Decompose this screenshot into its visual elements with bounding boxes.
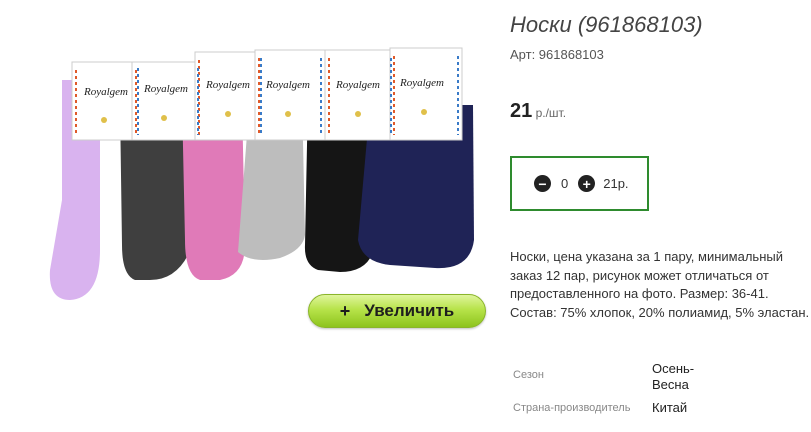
product-price: 21 р./шт. [510, 100, 566, 123]
minus-circle-icon[interactable]: − [534, 175, 551, 192]
zoom-button[interactable]: + Увеличить [308, 294, 486, 328]
plus-circle-icon[interactable]: + [578, 175, 596, 192]
attribute-label-country: Страна-производитель [513, 402, 631, 414]
brand-tag: Royalgem [205, 79, 250, 91]
brand-tag: Royalgem [143, 83, 188, 95]
brand-tag: Royalgem [265, 79, 310, 91]
price-value: 21 [510, 100, 533, 122]
sock-tag [254, 49, 326, 141]
quantity-value: 0 [561, 176, 569, 191]
attribute-value-country: Китай [652, 400, 688, 415]
zoom-button-label: Увеличить [364, 301, 455, 320]
cart-sum: 21р. [603, 176, 629, 191]
sock-tag [389, 47, 463, 141]
brand-tag: Royalgem [335, 79, 380, 91]
cart-quantity-box: − 0 + 21р. [510, 156, 649, 211]
plus-icon: + [339, 300, 351, 321]
brand-tag: Royalgem [399, 77, 444, 89]
sock-tag [131, 61, 203, 141]
sock-tag [324, 49, 396, 141]
product-description: Носки, цена указана за 1 пару, минимальн… [510, 249, 810, 320]
attribute-label-season: Сезон [513, 369, 544, 381]
brand-tag: Royalgem [83, 86, 128, 98]
product-sku: Арт: 961868103 [510, 47, 604, 62]
product-title: Носки (961868103) [510, 12, 703, 37]
price-unit: р./шт. [532, 106, 567, 120]
attribute-value-season: Осень-Весна [652, 361, 695, 392]
